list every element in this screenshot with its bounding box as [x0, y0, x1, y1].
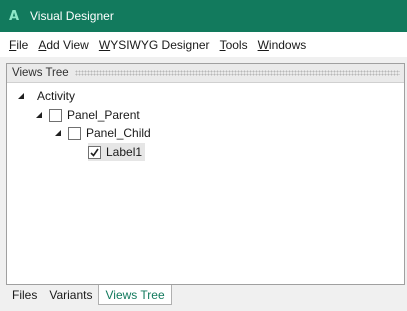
tree-node-activity[interactable]: Activity — [16, 87, 75, 105]
tab-variants[interactable]: Variants — [43, 285, 98, 305]
app-logo-icon: A — [8, 8, 20, 24]
tree-node-label: Panel_Child — [86, 126, 151, 140]
expand-collapse-icon[interactable] — [16, 91, 26, 101]
expand-collapse-icon[interactable] — [53, 128, 63, 138]
title-bar: A Visual Designer — [0, 0, 407, 32]
tree-node-label: Panel_Parent — [67, 108, 140, 122]
views-tree-panel: Views Tree Activity Panel_Parent Panel_C… — [6, 63, 405, 285]
expand-collapse-icon[interactable] — [34, 110, 44, 120]
menu-windows-label: indows — [268, 37, 307, 52]
menu-wysiwyg-designer-label: YSIWYG Designer — [110, 37, 210, 52]
tree-node-label1[interactable]: Label1 — [88, 143, 146, 161]
menu-add-view[interactable]: Add View — [33, 38, 94, 52]
tree-node-label: Activity — [37, 89, 76, 103]
panel-drag-grip[interactable] — [74, 70, 400, 76]
tree-node-label: Label1 — [106, 145, 143, 159]
visibility-checkbox[interactable] — [88, 145, 101, 159]
menu-tools[interactable]: Tools — [215, 38, 253, 52]
visibility-checkbox[interactable] — [68, 126, 81, 140]
menu-add-view-label: dd View — [46, 37, 89, 52]
tree-node-panel-parent[interactable]: Panel_Parent — [34, 106, 140, 124]
window-title: Visual Designer — [30, 9, 114, 23]
tab-views-tree[interactable]: Views Tree — [98, 285, 172, 305]
views-tree-panel-title: Views Tree — [12, 67, 69, 79]
checkmark-icon — [90, 148, 99, 157]
menu-file-label: ile — [16, 37, 29, 52]
menu-file[interactable]: File — [4, 38, 33, 52]
menu-wysiwyg-designer-mnemonic: W — [98, 37, 111, 52]
menu-bar: File Add View WYSIWYG Designer Tools Win… — [0, 32, 407, 57]
menu-windows[interactable]: Windows — [253, 38, 312, 52]
menu-windows-mnemonic: W — [257, 37, 269, 52]
menu-tools-label: ools — [225, 37, 248, 52]
views-tree-panel-header[interactable]: Views Tree — [7, 64, 404, 83]
visibility-checkbox[interactable] — [49, 108, 62, 122]
tree-node-panel-child[interactable]: Panel_Child — [53, 124, 151, 142]
menu-wysiwyg-designer[interactable]: WYSIWYG Designer — [94, 38, 215, 52]
bottom-tab-strip: Files Variants Views Tree — [6, 285, 405, 307]
tab-files[interactable]: Files — [6, 285, 43, 305]
